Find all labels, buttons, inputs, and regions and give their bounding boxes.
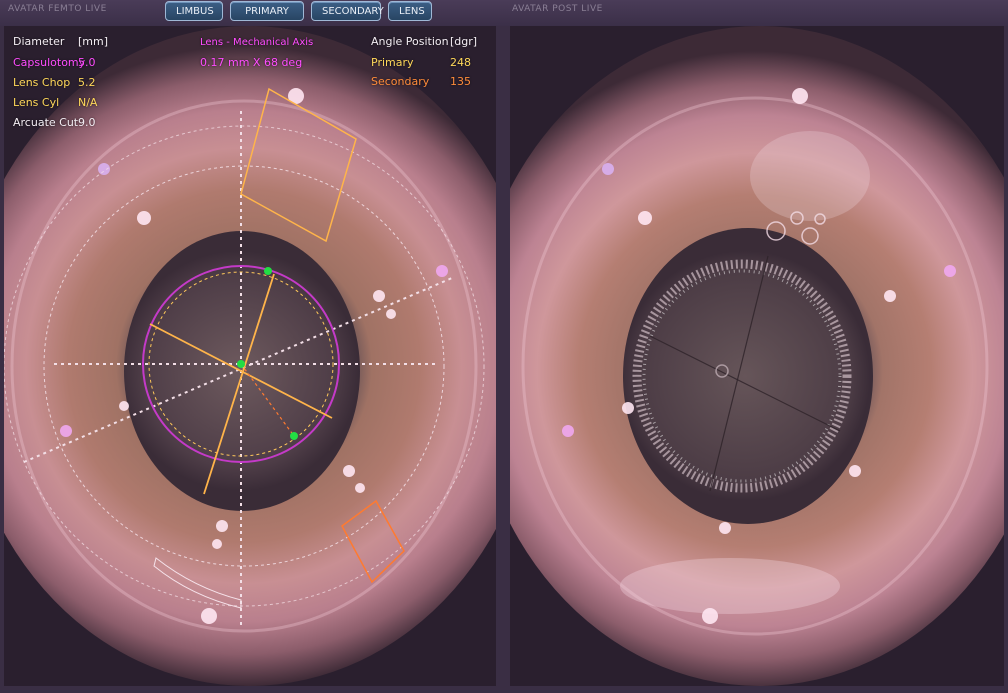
tab-secondary-incision[interactable]: SECONDARY INCISION (311, 1, 384, 37)
left-panel-label: AVATAR FEMTO LIVE (8, 4, 107, 14)
right-panel-label: AVATAR POST LIVE (512, 4, 603, 14)
lens-axis-value: 0.17 mm X 68 deg (200, 56, 303, 69)
tab-limbus[interactable]: LIMBUS (165, 1, 223, 21)
tab-lens[interactable]: LENS (388, 1, 432, 21)
lens-cyl-label: Lens Cyl (13, 96, 60, 109)
lens-chop-label: Lens Chop (13, 76, 71, 89)
post-eye-image (510, 26, 1004, 686)
capsulotomy-label: Capsulotomy (13, 56, 86, 69)
top-toolbar: AVATAR FEMTO LIVE AVATAR POST LIVE LIMBU… (0, 0, 1008, 37)
angle-header-unit: [dgr] (450, 35, 478, 48)
arcuate-cut-label: Arcuate Cut (13, 116, 79, 129)
lens-chop-value: 5.2 (78, 76, 96, 89)
capsulotomy-value: 5.0 (78, 56, 96, 69)
post-eye-view[interactable] (510, 26, 1004, 686)
mode-tabs: LIMBUS PRIMARY INCISION SECONDARY INCISI… (165, 1, 432, 37)
secondary-angle-label: Secondary (371, 75, 430, 88)
diameter-header-unit: [mm] (78, 35, 109, 48)
secondary-angle-value: 135 (450, 75, 471, 88)
primary-angle-label: Primary (371, 56, 414, 69)
live-eye-view[interactable]: Diameter [mm] Capsulotomy 5.0 Lens Chop … (4, 26, 496, 686)
angle-header-label: Angle Position (371, 35, 449, 48)
diameter-header-label: Diameter (13, 35, 65, 48)
lens-cyl-value: N/A (78, 96, 98, 109)
primary-angle-value: 248 (450, 56, 471, 69)
arcuate-cut-value: 9.0 (78, 116, 96, 129)
tab-primary-incision[interactable]: PRIMARY INCISION (230, 1, 304, 37)
lens-axis-title: Lens - Mechanical Axis (200, 37, 314, 48)
